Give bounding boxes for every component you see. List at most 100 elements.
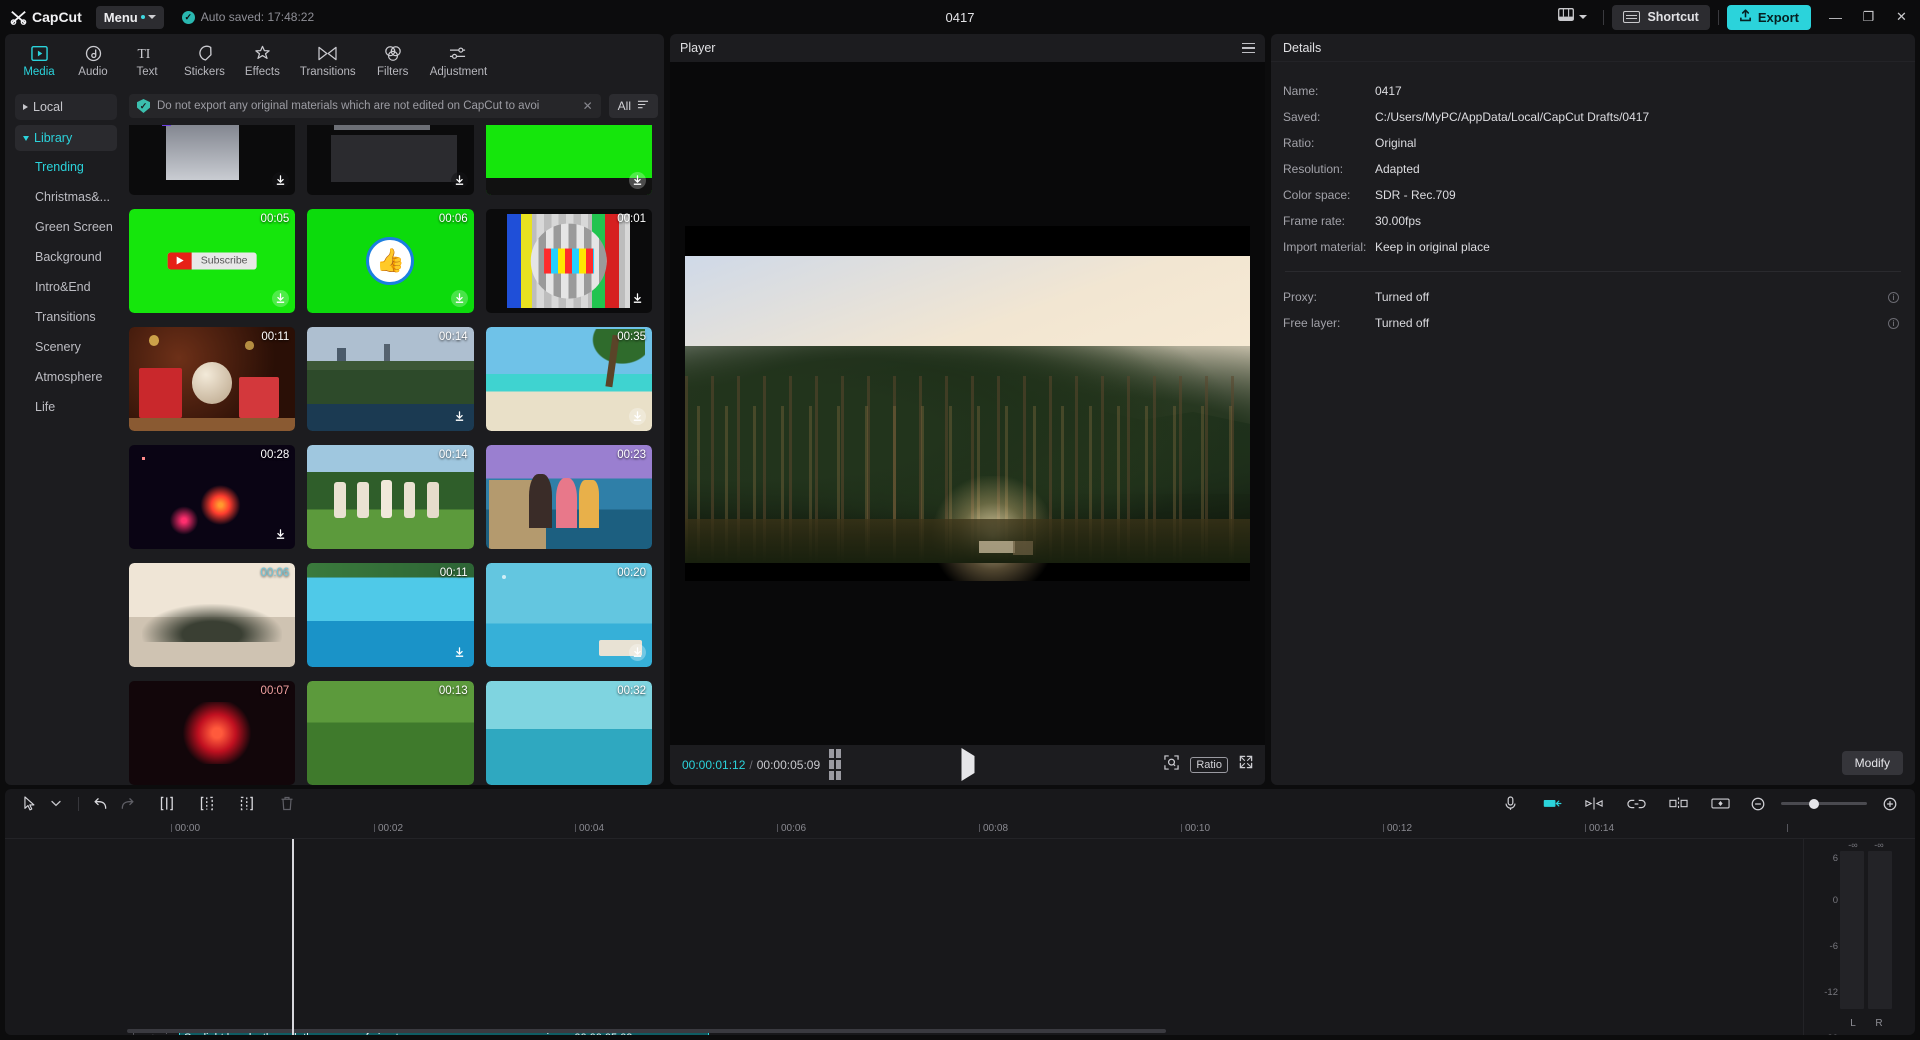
media-item[interactable]: 00:07: [129, 681, 295, 785]
tab-stickers[interactable]: Stickers: [175, 40, 234, 81]
zoom-slider[interactable]: [1781, 802, 1867, 805]
redo-icon[interactable]: [114, 793, 140, 815]
details-title: Details: [1271, 34, 1915, 62]
library-item-scenery[interactable]: Scenery: [15, 332, 117, 361]
library-item-trending[interactable]: Trending: [15, 152, 117, 181]
library-item-christmas[interactable]: Christmas&...: [15, 182, 117, 211]
media-item[interactable]: [129, 125, 295, 195]
trim-right-icon[interactable]: [234, 793, 260, 815]
filter-all-button[interactable]: All: [609, 94, 658, 118]
duration-label: 00:11: [440, 567, 468, 579]
video-preview[interactable]: [685, 226, 1250, 581]
zoom-slider-handle[interactable]: [1809, 799, 1819, 809]
tab-audio[interactable]: Audio: [67, 40, 119, 81]
media-item[interactable]: [307, 125, 473, 195]
menu-label: Menu: [104, 10, 138, 25]
detail-row-import-material: Import material: Keep in original place: [1283, 234, 1903, 260]
current-time: 00:00:01:12: [682, 758, 745, 772]
export-button[interactable]: Export: [1727, 5, 1811, 30]
media-item[interactable]: 00:06: [129, 563, 295, 667]
tab-text[interactable]: TI Text: [121, 40, 173, 81]
library-item-intro-end[interactable]: Intro&End: [15, 272, 117, 301]
minimize-button[interactable]: —: [1819, 0, 1852, 34]
select-tool-icon[interactable]: [17, 793, 43, 815]
split-icon[interactable]: [154, 793, 180, 815]
download-icon[interactable]: [451, 290, 468, 307]
tab-effects[interactable]: Effects: [236, 40, 289, 81]
ruler-tick: 00:08: [983, 823, 1008, 834]
undo-icon[interactable]: [88, 793, 114, 815]
download-icon[interactable]: [451, 172, 468, 189]
download-icon[interactable]: [629, 644, 646, 661]
menu-button[interactable]: Menu: [96, 6, 164, 29]
delete-icon[interactable]: [274, 793, 300, 815]
library-item-transitions[interactable]: Transitions: [15, 302, 117, 331]
chevron-down-icon[interactable]: [43, 793, 69, 815]
library-item-background[interactable]: Background: [15, 242, 117, 271]
media-scroll-area[interactable]: Subscribe 00:05 👍 00:06: [129, 125, 658, 785]
tab-label: Audio: [78, 66, 107, 78]
media-item[interactable]: 00:14: [307, 327, 473, 431]
close-icon[interactable]: ✕: [577, 99, 593, 113]
download-icon[interactable]: [629, 290, 646, 307]
download-icon[interactable]: [451, 408, 468, 425]
shortcut-button[interactable]: Shortcut: [1612, 5, 1709, 30]
link-icon[interactable]: [1623, 793, 1649, 815]
microphone-icon[interactable]: [1497, 793, 1523, 815]
maximize-button[interactable]: ❐: [1852, 0, 1885, 34]
library-item-green-screen[interactable]: Green Screen: [15, 212, 117, 241]
media-item[interactable]: 00:32: [486, 681, 652, 785]
tab-transitions[interactable]: Transitions: [291, 40, 365, 81]
tab-filters[interactable]: Filters: [367, 40, 419, 81]
timeline-tracks[interactable]: Sunlight breaks through the crowns of pi…: [127, 839, 1803, 1035]
media-item[interactable]: 00:14: [307, 445, 473, 549]
timeline-ruler[interactable]: 00:00 00:02 00:04 00:06 00:08 00:10 00:1…: [5, 819, 1915, 839]
info-icon[interactable]: i: [1888, 292, 1899, 303]
nav-local[interactable]: Local: [15, 94, 117, 120]
duration-label: 00:11: [261, 331, 289, 343]
zoom-preview-icon[interactable]: [1164, 755, 1179, 775]
ratio-button[interactable]: Ratio: [1190, 757, 1228, 773]
media-item[interactable]: 00:01: [486, 209, 652, 313]
ruler-tick: 00:10: [1185, 823, 1210, 834]
media-item[interactable]: [486, 125, 652, 195]
tab-adjustment[interactable]: Adjustment: [421, 40, 497, 81]
channel-left-label: L: [1840, 1018, 1866, 1029]
tab-media[interactable]: Media: [13, 40, 65, 81]
close-button[interactable]: ✕: [1885, 0, 1918, 34]
tab-label: Effects: [245, 66, 280, 78]
media-item[interactable]: 00:28: [129, 445, 295, 549]
modify-button[interactable]: Modify: [1842, 751, 1903, 775]
nav-library[interactable]: Library: [15, 125, 117, 151]
playhead[interactable]: [292, 839, 294, 1035]
snap-icon[interactable]: [1539, 793, 1565, 815]
download-icon[interactable]: [629, 408, 646, 425]
library-item-life[interactable]: Life: [15, 392, 117, 421]
media-item[interactable]: 00:11: [307, 563, 473, 667]
hamburger-icon[interactable]: [1242, 43, 1255, 53]
layout-switch-button[interactable]: [1550, 4, 1595, 30]
library-item-atmosphere[interactable]: Atmosphere: [15, 362, 117, 391]
adjustment-icon: [449, 44, 467, 63]
info-icon[interactable]: i: [1888, 318, 1899, 329]
media-item[interactable]: 👍 00:06: [307, 209, 473, 313]
media-item[interactable]: 00:11: [129, 327, 295, 431]
zoom-in-icon[interactable]: [1877, 793, 1903, 815]
media-item[interactable]: 00:20: [486, 563, 652, 667]
trim-left-icon[interactable]: [194, 793, 220, 815]
media-item[interactable]: 00:23: [486, 445, 652, 549]
play-button[interactable]: [961, 756, 974, 774]
auto-fit-icon[interactable]: [1581, 793, 1607, 815]
keyframe-icon[interactable]: [1707, 793, 1733, 815]
list-view-icon[interactable]: [829, 749, 841, 780]
mirror-icon[interactable]: [1665, 793, 1691, 815]
zoom-out-icon[interactable]: [1745, 793, 1771, 815]
media-item[interactable]: 00:35: [486, 327, 652, 431]
meter-peak-values: -∞ -∞: [1840, 840, 1892, 850]
fullscreen-icon[interactable]: [1239, 755, 1253, 774]
media-item[interactable]: 00:13: [307, 681, 473, 785]
download-icon[interactable]: [629, 172, 646, 189]
media-item[interactable]: Subscribe 00:05: [129, 209, 295, 313]
timeline-horizontal-scrollbar[interactable]: [127, 1029, 1803, 1033]
download-icon[interactable]: [451, 644, 468, 661]
